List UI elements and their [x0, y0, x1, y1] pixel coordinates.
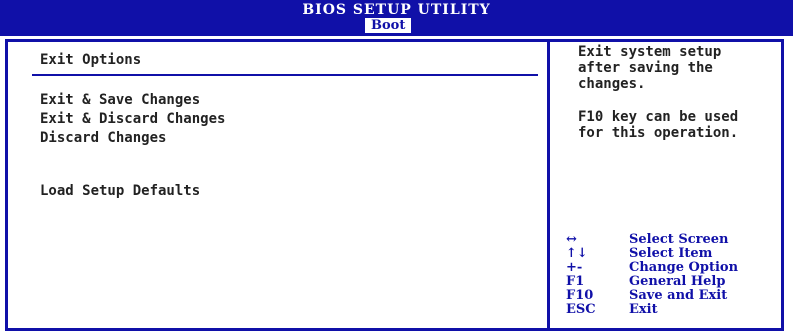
key-legend-row: ↑↓ Select Item	[563, 247, 778, 261]
key-f10: F10	[566, 288, 594, 303]
arrows-horizontal-icon: ↔	[566, 232, 577, 247]
key-f1: F1	[566, 274, 585, 289]
key-legend-row: ↔ Select Screen	[563, 233, 778, 247]
key-legend-row: F10 Save and Exit	[563, 289, 778, 303]
title-bar: BIOS SETUP UTILITY Boot	[0, 0, 793, 36]
help-note-line: F10 key can be used	[578, 109, 739, 125]
key-legend-row: +- Change Option	[563, 261, 778, 275]
menu-item-load-defaults[interactable]: Load Setup Defaults	[40, 183, 200, 199]
plus-minus-icon: +-	[566, 260, 583, 275]
key-legend-desc: General Help	[629, 274, 726, 289]
help-text-line: after saving the	[578, 60, 713, 76]
key-legend-desc: Change Option	[629, 260, 739, 275]
help-note-line: for this operation.	[578, 125, 739, 141]
panel-divider	[547, 39, 550, 331]
key-legend-desc: Select Screen	[629, 232, 729, 247]
key-legend-desc: Save and Exit	[629, 288, 728, 303]
key-legend-row: ESC Exit	[563, 303, 778, 317]
app-title: BIOS SETUP UTILITY	[302, 2, 491, 18]
section-title: Exit Options	[40, 52, 142, 68]
help-text-line: changes.	[578, 76, 646, 92]
key-legend: ↔ Select Screen ↑↓ Select Item +- Change…	[563, 233, 778, 317]
menu-item-exit-save[interactable]: Exit & Save Changes	[40, 92, 200, 108]
section-rule	[32, 74, 538, 76]
help-text-line: Exit system setup	[578, 44, 722, 60]
key-legend-row: F1 General Help	[563, 275, 778, 289]
arrows-vertical-icon: ↑↓	[566, 246, 588, 261]
tab-boot[interactable]: Boot	[365, 18, 412, 33]
menu-item-exit-discard[interactable]: Exit & Discard Changes	[40, 111, 225, 127]
menu-item-discard-changes[interactable]: Discard Changes	[40, 130, 166, 146]
key-legend-desc: Select Item	[629, 246, 713, 261]
key-legend-desc: Exit	[629, 302, 658, 317]
key-esc: ESC	[566, 302, 596, 317]
